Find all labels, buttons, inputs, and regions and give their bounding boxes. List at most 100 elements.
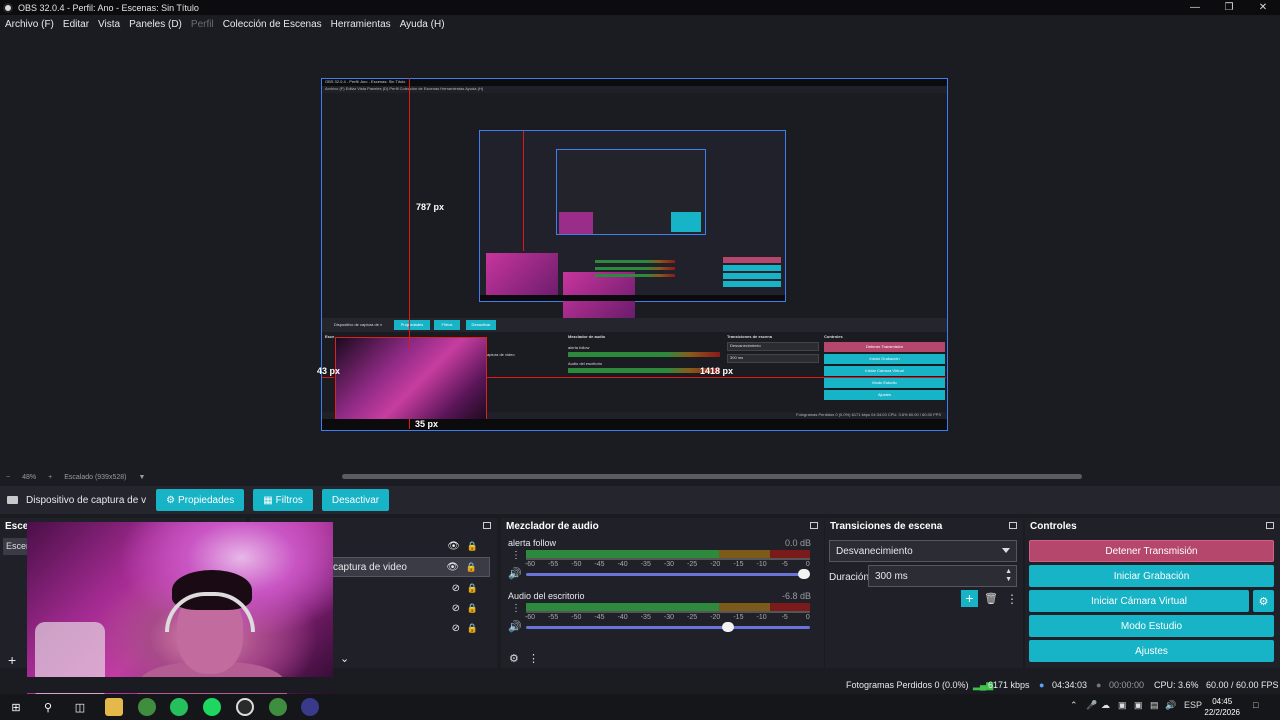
lock-icon[interactable]: 🔒 <box>467 583 478 594</box>
meter-tick-label: -55 <box>548 561 559 568</box>
microphone-icon[interactable]: 🎤 <box>1086 700 1097 711</box>
add-transition-button[interactable]: + <box>961 590 978 607</box>
menu-item[interactable]: Editar <box>63 19 89 30</box>
restore-icon[interactable]: ❐ <box>1212 0 1246 15</box>
rec-icon: ● <box>1096 680 1102 690</box>
menu-item[interactable]: Vista <box>98 19 120 30</box>
file-explorer-icon[interactable] <box>105 698 123 716</box>
volume-slider-track[interactable] <box>526 573 810 576</box>
speaker-icon[interactable]: 🔊 <box>508 567 522 580</box>
task-view-icon[interactable]: ◫ <box>71 698 89 716</box>
nested-mixer-ch2: Audio del escritorio <box>568 361 603 366</box>
deactivate-button[interactable]: Desactivar <box>321 489 390 511</box>
trash-icon[interactable]: 🗑 <box>984 592 998 605</box>
source-toolbar: Dispositivo de captura de v ⚙ Propiedades… <box>0 486 1280 514</box>
filter-icon: ▦ <box>263 494 273 506</box>
virtual-camera-gear-icon[interactable]: ⚙ <box>1253 590 1274 612</box>
menu-item[interactable]: Colección de Escenas <box>223 19 322 30</box>
chevron-down-icon[interactable]: ▼ <box>138 474 145 481</box>
transition-select[interactable]: Desvanecimiento <box>829 540 1017 562</box>
meter-tick-label: -60 <box>524 561 536 568</box>
lock-icon[interactable]: 🔒 <box>466 562 477 573</box>
language-indicator[interactable]: ESP <box>1184 700 1202 710</box>
nested-trans-select: Desvanecimiento <box>727 342 819 351</box>
visibility-eye-icon[interactable]: 👁 <box>446 562 459 573</box>
lock-icon[interactable]: 🔒 <box>467 623 478 634</box>
volume-icon[interactable]: 🔊 <box>1165 700 1176 711</box>
mixer-settings-icon[interactable]: ⚙ <box>509 653 519 665</box>
duration-field[interactable]: 300 ms ▲ ▼ <box>868 565 1017 587</box>
volume-slider-track[interactable] <box>526 626 810 629</box>
visibility-eye-icon[interactable]: 👁 <box>447 541 460 552</box>
undock-icon[interactable] <box>483 522 491 529</box>
kebab-menu-icon[interactable]: ⋮ <box>511 603 521 614</box>
spotify-icon[interactable] <box>203 698 221 716</box>
mixer-kebab-icon[interactable]: ⋮ <box>528 653 539 665</box>
meter-tick-label: -20 <box>710 561 721 568</box>
transitions-dock: Transiciones de escena Desvanecimiento D… <box>825 518 1023 668</box>
zoom-out-button[interactable]: − <box>6 474 10 481</box>
hidden-eye-icon[interactable]: ⊘ <box>452 583 460 594</box>
start-recording-button[interactable]: Iniciar Grabación <box>1029 565 1274 587</box>
menu-item[interactable]: Herramientas <box>331 19 391 30</box>
spinner-icon[interactable]: ▲ ▼ <box>1005 568 1012 584</box>
volume-slider-knob[interactable] <box>798 569 810 579</box>
tray-chevron-icon[interactable]: ⌃ <box>1070 700 1078 711</box>
tray-app-icon[interactable]: ▣ <box>1118 700 1127 711</box>
tray-app-icon-2[interactable]: ▣ <box>1134 700 1143 711</box>
horizontal-scrollbar[interactable] <box>342 474 1082 479</box>
properties-button[interactable]: ⚙ Propiedades <box>156 489 245 511</box>
cloud-icon[interactable]: ☁ <box>1101 700 1110 711</box>
meter-tick-label: -15 <box>733 561 744 568</box>
notification-icon[interactable]: □ <box>1253 700 1258 710</box>
nested-studio-button: Modo Estudio <box>824 378 945 388</box>
duration-value: 300 ms <box>875 571 908 582</box>
transitions-header: Transiciones de escena <box>830 520 943 532</box>
source-name: Dispositivo de captura de v <box>26 494 147 506</box>
hidden-eye-icon[interactable]: ⊘ <box>452 603 460 614</box>
chrome-icon[interactable] <box>138 698 156 716</box>
search-icon[interactable]: ⚲ <box>39 698 57 716</box>
menu-item[interactable]: Paneles (D) <box>129 19 182 30</box>
chrome-icon-2[interactable] <box>269 698 287 716</box>
whatsapp-icon[interactable] <box>170 698 188 716</box>
nested-source-item: captura de video <box>485 352 515 357</box>
settings-button[interactable]: Ajustes <box>1029 640 1274 662</box>
add-scene-icon[interactable]: + <box>8 652 16 668</box>
filters-label: Filtros <box>275 494 303 506</box>
studio-mode-button[interactable]: Modo Estudio <box>1029 615 1274 637</box>
windows-start-icon[interactable]: ⊞ <box>7 698 25 716</box>
lock-icon[interactable]: 🔒 <box>467 541 478 552</box>
hidden-eye-icon[interactable]: ⊘ <box>452 623 460 634</box>
start-virtual-camera-button[interactable]: Iniciar Cámara Virtual <box>1029 590 1249 612</box>
meter-tick-label: -40 <box>617 614 628 621</box>
undock-icon[interactable] <box>1009 522 1017 529</box>
volume-meter-peak <box>526 558 810 560</box>
kebab-menu-icon[interactable]: ⋮ <box>511 550 521 561</box>
menu-item[interactable]: Perfil <box>191 19 214 30</box>
rec-time: 00:00:00 <box>1109 680 1145 690</box>
audio-mixer-dock: Mezclador de audio alerta follow 0.0 dB ⋮ -… <box>501 518 824 668</box>
network-icon[interactable]: ▤ <box>1150 700 1159 711</box>
clock[interactable]: 04:45 22/2/2026 <box>1204 696 1240 718</box>
filters-button[interactable]: ▦ Filtros <box>253 489 313 511</box>
speaker-icon[interactable]: 🔊 <box>508 620 522 633</box>
obs-icon[interactable] <box>236 698 254 716</box>
volume-slider-knob[interactable] <box>721 622 734 632</box>
undock-icon[interactable] <box>1266 522 1274 529</box>
undock-icon[interactable] <box>810 522 818 529</box>
app-icon[interactable] <box>301 698 319 716</box>
zoom-in-button[interactable]: + <box>48 474 52 481</box>
lock-icon[interactable]: 🔒 <box>467 603 478 614</box>
windows-taskbar: ⊞ ⚲ ◫ ⌃ 🎤 ☁ ▣ ▣ ▤ 🔊 ESP 04:45 22/2/2026 □ <box>0 694 1280 720</box>
menu-item[interactable]: Ayuda (H) <box>400 19 445 30</box>
stop-stream-button[interactable]: Detener Transmisión <box>1029 540 1274 562</box>
menu-item[interactable]: Archivo (F) <box>5 19 54 30</box>
nested-mixer-header: Mezclador de audio <box>568 334 606 339</box>
close-icon[interactable]: ✕ <box>1246 0 1280 15</box>
minimize-icon[interactable]: — <box>1178 0 1212 15</box>
preview-canvas[interactable]: OBS 32.0.4 - Perfil: Ano - Escenas: Sin … <box>0 33 1280 470</box>
nested-guide-vertical <box>523 131 524 251</box>
kebab-menu-icon[interactable]: ⋮ <box>1006 592 1018 606</box>
chevron-down-icon[interactable]: ⌄ <box>340 652 349 665</box>
